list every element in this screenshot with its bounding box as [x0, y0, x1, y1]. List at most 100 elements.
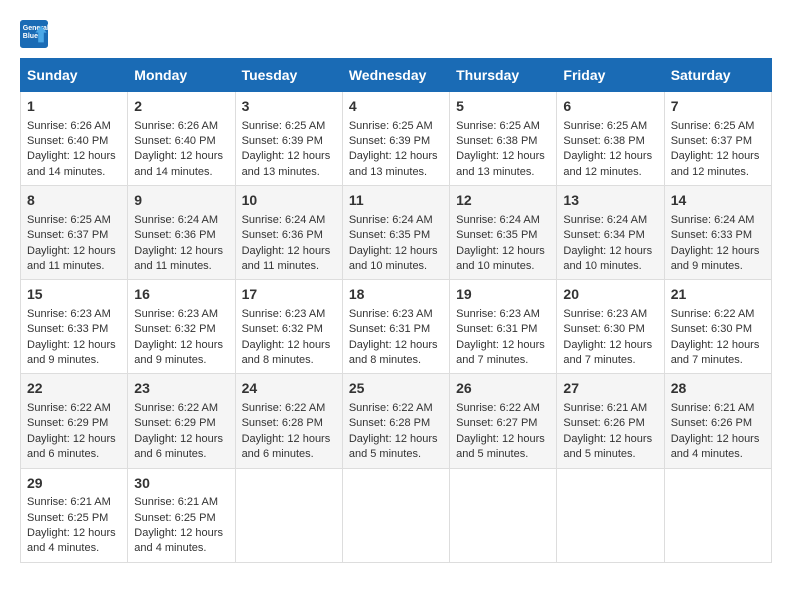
- calendar-cell: 22Sunrise: 6:22 AMSunset: 6:29 PMDayligh…: [21, 374, 128, 468]
- daylight-text: Daylight: 12 hours: [349, 150, 438, 162]
- sunset-text: Sunset: 6:32 PM: [134, 323, 215, 335]
- sunrise-text: Sunrise: 6:24 AM: [134, 214, 218, 226]
- calendar-cell: 30Sunrise: 6:21 AMSunset: 6:25 PMDayligh…: [128, 468, 235, 562]
- calendar-cell: 5Sunrise: 6:25 AMSunset: 6:38 PMDaylight…: [450, 92, 557, 186]
- daylight-minutes: and 8 minutes.: [349, 354, 421, 366]
- sunset-text: Sunset: 6:38 PM: [563, 135, 644, 147]
- day-number: 3: [242, 97, 336, 117]
- calendar-cell: [557, 468, 664, 562]
- daylight-text: Daylight: 12 hours: [563, 245, 652, 257]
- daylight-text: Daylight: 12 hours: [27, 245, 116, 257]
- day-number: 28: [671, 379, 765, 399]
- daylight-minutes: and 11 minutes.: [242, 260, 319, 272]
- sunrise-text: Sunrise: 6:24 AM: [349, 214, 433, 226]
- column-header-saturday: Saturday: [664, 59, 771, 92]
- day-number: 25: [349, 379, 443, 399]
- sunset-text: Sunset: 6:39 PM: [242, 135, 323, 147]
- calendar-cell: [450, 468, 557, 562]
- sunset-text: Sunset: 6:36 PM: [134, 229, 215, 241]
- daylight-minutes: and 9 minutes.: [134, 354, 206, 366]
- daylight-minutes: and 4 minutes.: [671, 448, 743, 460]
- daylight-text: Daylight: 12 hours: [456, 339, 545, 351]
- week-row-3: 15Sunrise: 6:23 AMSunset: 6:33 PMDayligh…: [21, 280, 772, 374]
- sunrise-text: Sunrise: 6:25 AM: [563, 120, 647, 132]
- sunrise-text: Sunrise: 6:22 AM: [242, 402, 326, 414]
- daylight-text: Daylight: 12 hours: [134, 433, 223, 445]
- sunset-text: Sunset: 6:26 PM: [671, 417, 752, 429]
- daylight-text: Daylight: 12 hours: [671, 339, 760, 351]
- calendar-cell: 21Sunrise: 6:22 AMSunset: 6:30 PMDayligh…: [664, 280, 771, 374]
- daylight-minutes: and 12 minutes.: [563, 166, 641, 178]
- daylight-text: Daylight: 12 hours: [456, 150, 545, 162]
- column-header-friday: Friday: [557, 59, 664, 92]
- calendar-cell: 18Sunrise: 6:23 AMSunset: 6:31 PMDayligh…: [342, 280, 449, 374]
- sunset-text: Sunset: 6:38 PM: [456, 135, 537, 147]
- day-number: 2: [134, 97, 228, 117]
- daylight-text: Daylight: 12 hours: [134, 339, 223, 351]
- sunset-text: Sunset: 6:25 PM: [134, 512, 215, 524]
- daylight-minutes: and 14 minutes.: [27, 166, 105, 178]
- daylight-text: Daylight: 12 hours: [134, 527, 223, 539]
- daylight-text: Daylight: 12 hours: [349, 433, 438, 445]
- sunrise-text: Sunrise: 6:25 AM: [349, 120, 433, 132]
- sunset-text: Sunset: 6:40 PM: [134, 135, 215, 147]
- daylight-text: Daylight: 12 hours: [349, 245, 438, 257]
- daylight-text: Daylight: 12 hours: [134, 150, 223, 162]
- calendar-cell: 28Sunrise: 6:21 AMSunset: 6:26 PMDayligh…: [664, 374, 771, 468]
- sunset-text: Sunset: 6:39 PM: [349, 135, 430, 147]
- column-header-tuesday: Tuesday: [235, 59, 342, 92]
- sunrise-text: Sunrise: 6:23 AM: [349, 308, 433, 320]
- daylight-minutes: and 7 minutes.: [563, 354, 635, 366]
- daylight-minutes: and 11 minutes.: [27, 260, 104, 272]
- day-number: 1: [27, 97, 121, 117]
- column-header-monday: Monday: [128, 59, 235, 92]
- daylight-minutes: and 11 minutes.: [134, 260, 211, 272]
- day-number: 7: [671, 97, 765, 117]
- daylight-text: Daylight: 12 hours: [349, 339, 438, 351]
- sunset-text: Sunset: 6:31 PM: [349, 323, 430, 335]
- day-number: 27: [563, 379, 657, 399]
- daylight-minutes: and 6 minutes.: [242, 448, 314, 460]
- daylight-minutes: and 10 minutes.: [563, 260, 641, 272]
- page-header: General Blue: [20, 20, 772, 48]
- day-number: 19: [456, 285, 550, 305]
- day-number: 29: [27, 474, 121, 494]
- day-number: 8: [27, 191, 121, 211]
- daylight-minutes: and 10 minutes.: [349, 260, 427, 272]
- day-number: 6: [563, 97, 657, 117]
- daylight-minutes: and 13 minutes.: [242, 166, 320, 178]
- day-number: 20: [563, 285, 657, 305]
- daylight-minutes: and 6 minutes.: [27, 448, 99, 460]
- header-row: SundayMondayTuesdayWednesdayThursdayFrid…: [21, 59, 772, 92]
- day-number: 12: [456, 191, 550, 211]
- daylight-text: Daylight: 12 hours: [563, 433, 652, 445]
- day-number: 11: [349, 191, 443, 211]
- daylight-minutes: and 8 minutes.: [242, 354, 314, 366]
- logo-icon: General Blue: [20, 20, 48, 48]
- daylight-text: Daylight: 12 hours: [671, 150, 760, 162]
- sunrise-text: Sunrise: 6:23 AM: [134, 308, 218, 320]
- daylight-minutes: and 9 minutes.: [671, 260, 743, 272]
- column-header-thursday: Thursday: [450, 59, 557, 92]
- week-row-5: 29 Sunrise: 6:21 AM Sunset: 6:25 PM Dayligh…: [21, 468, 772, 562]
- sunset-text: Sunset: 6:33 PM: [27, 323, 108, 335]
- daylight-text: Daylight: 12 hours: [563, 150, 652, 162]
- sunrise-text: Sunrise: 6:23 AM: [242, 308, 326, 320]
- sunset-text: Sunset: 6:34 PM: [563, 229, 644, 241]
- calendar-cell: 9Sunrise: 6:24 AMSunset: 6:36 PMDaylight…: [128, 186, 235, 280]
- sunset-text: Sunset: 6:32 PM: [242, 323, 323, 335]
- day-number: 13: [563, 191, 657, 211]
- sunset-text: Sunset: 6:40 PM: [27, 135, 108, 147]
- calendar-cell: 1Sunrise: 6:26 AMSunset: 6:40 PMDaylight…: [21, 92, 128, 186]
- sunrise-text: Sunrise: 6:25 AM: [242, 120, 326, 132]
- daylight-text: Daylight: 12 hours: [456, 245, 545, 257]
- daylight-text: Daylight: 12 hours: [27, 527, 116, 539]
- sunset-text: Sunset: 6:33 PM: [671, 229, 752, 241]
- daylight-text: Daylight: 12 hours: [27, 433, 116, 445]
- column-header-sunday: Sunday: [21, 59, 128, 92]
- sunrise-text: Sunrise: 6:21 AM: [134, 496, 218, 508]
- calendar-cell: 17Sunrise: 6:23 AMSunset: 6:32 PMDayligh…: [235, 280, 342, 374]
- daylight-minutes: and 4 minutes.: [134, 542, 206, 554]
- sunrise-text: Sunrise: 6:22 AM: [349, 402, 433, 414]
- day-number: 4: [349, 97, 443, 117]
